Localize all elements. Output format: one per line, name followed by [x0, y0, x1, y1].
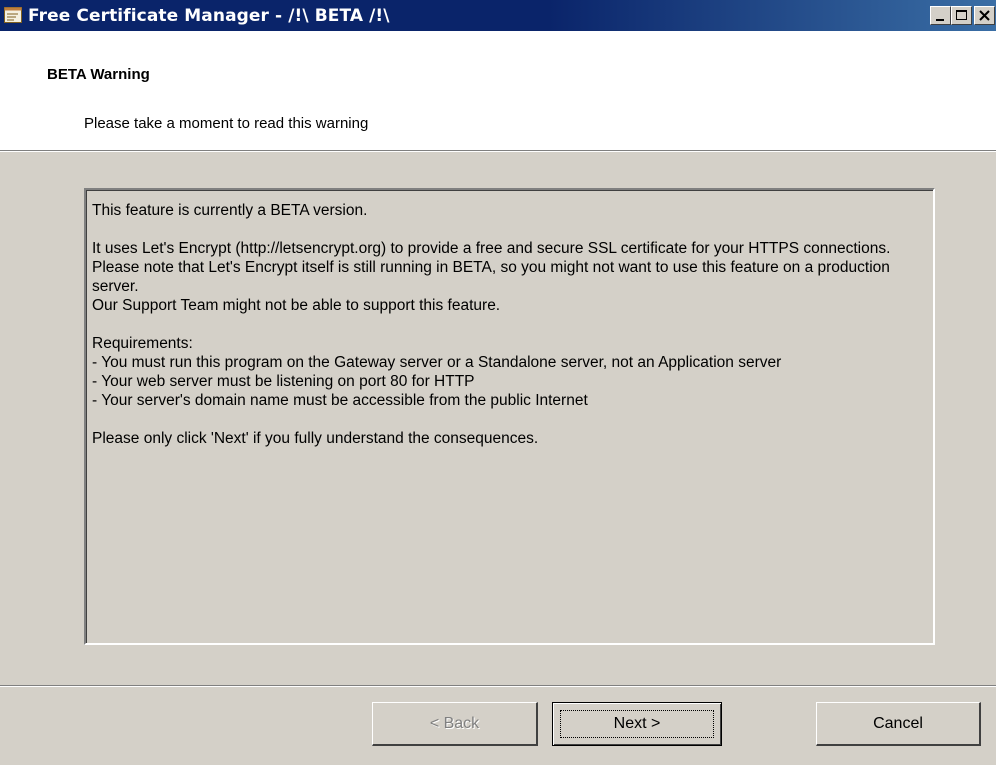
cancel-button[interactable]: Cancel: [816, 702, 981, 746]
requirement-item: - Your web server must be listening on p…: [92, 373, 475, 390]
warning-paragraph: Our Support Team might not be able to su…: [92, 297, 501, 314]
wizard-window: Free Certificate Manager - /!\ BETA /!\ …: [0, 0, 996, 765]
back-button[interactable]: < Back: [372, 702, 538, 746]
page-subtitle: Please take a moment to read this warnin…: [84, 115, 369, 132]
wizard-header: BETA Warning Please take a moment to rea…: [0, 31, 996, 150]
certificate-app-icon: [4, 7, 22, 23]
warning-paragraph: Please note that Let's Encrypt itself is…: [92, 259, 890, 295]
focus-rectangle: [560, 710, 714, 738]
warning-paragraph: It uses Let's Encrypt (http://letsencryp…: [92, 240, 891, 257]
requirements-heading: Requirements:: [92, 335, 193, 352]
page-title: BETA Warning: [47, 66, 150, 83]
warning-textbox[interactable]: This feature is currently a BETA version…: [84, 188, 935, 645]
minimize-icon[interactable]: [930, 6, 951, 25]
requirement-item: - You must run this program on the Gatew…: [92, 354, 782, 371]
footer-divider-highlight: [0, 686, 996, 687]
next-button[interactable]: Next >: [552, 702, 722, 746]
requirement-item: - Your server's domain name must be acce…: [92, 392, 588, 409]
window-title: Free Certificate Manager - /!\ BETA /!\: [28, 6, 390, 26]
warning-line: This feature is currently a BETA version…: [92, 202, 368, 219]
warning-final-note: Please only click 'Next' if you fully un…: [92, 430, 539, 447]
close-icon[interactable]: [974, 6, 995, 25]
maximize-icon[interactable]: [951, 6, 972, 25]
title-bar[interactable]: Free Certificate Manager - /!\ BETA /!\: [0, 0, 996, 31]
